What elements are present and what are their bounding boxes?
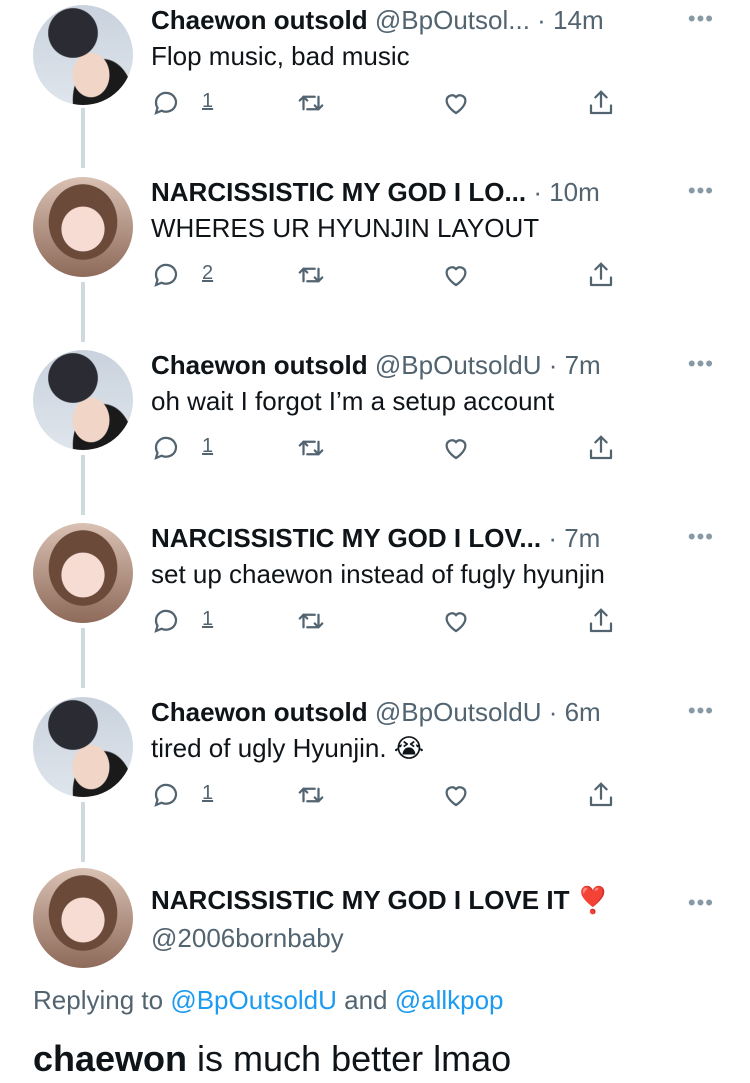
avatar[interactable] [33,177,133,277]
reply-button[interactable]: 1 [151,433,213,469]
display-name[interactable]: NARCISSISTIC MY GOD I LOVE IT ❣️ [151,880,609,920]
main-tweet-text-bold: chaewon [33,1038,188,1079]
tweet-actions: 1 [151,433,631,469]
tweet-header: Chaewon outsold @BpOutsoldU · 6m [151,692,690,732]
more-icon[interactable]: ••• [688,8,714,30]
more-icon[interactable]: ••• [688,353,714,375]
share-button[interactable] [586,260,616,296]
tweet-actions: 2 [151,260,631,296]
display-name[interactable]: NARCISSISTIC MY GOD I LO... [151,177,526,207]
share-button[interactable] [586,606,616,642]
like-icon [445,94,467,115]
reply-count: 2 [202,262,214,284]
share-button[interactable] [586,780,616,816]
tweet[interactable]: NARCISSISTIC MY GOD I LOV... · 7m ••• se… [0,518,750,688]
like-icon [445,612,467,633]
tweet[interactable]: Chaewon outsold @BpOutsol... · 14m ••• F… [0,0,750,170]
tweet-meta: @BpOutsol... · 14m [374,5,604,35]
retweet-button[interactable] [296,606,326,642]
tweet-text: Flop music, bad music [151,41,410,71]
share-button[interactable] [586,88,616,124]
retweet-icon [298,440,324,456]
tweet-meta: @BpOutsoldU · 7m [374,350,601,380]
tweet-meta: · 10m [533,177,600,207]
tweet-actions: 1 [151,606,631,642]
display-name[interactable]: Chaewon outsold [151,697,368,727]
tweet-actions: 1 [151,88,631,124]
retweet-icon [298,95,324,111]
tweet-actions: 1 [151,780,631,816]
like-icon [445,786,467,807]
more-icon[interactable]: ••• [688,180,714,202]
like-button[interactable] [441,780,471,816]
share-button[interactable] [586,433,616,469]
reply-icon [154,783,178,807]
tweet-header: NARCISSISTIC MY GOD I LO... · 10m [151,172,690,212]
tweet-header: Chaewon outsold @BpOutsoldU · 7m [151,345,690,385]
avatar[interactable] [33,523,133,623]
tweet-text: oh wait I forgot I’m a setup account [151,386,555,416]
like-icon [445,266,467,287]
tweet[interactable]: NARCISSISTIC MY GOD I LO... · 10m ••• WH… [0,172,750,342]
display-name[interactable]: Chaewon outsold [151,350,368,380]
user-handle[interactable]: @2006bornbaby [151,918,344,958]
more-icon[interactable]: ••• [688,892,714,914]
retweet-icon [298,267,324,283]
replying-and: and [336,985,395,1015]
tweet-text: set up chaewon instead of fugly hyunjin [151,559,605,589]
main-tweet-text-rest: is much better lmao [187,1038,512,1079]
avatar[interactable] [33,697,133,797]
share-icon [589,90,613,115]
reply-count: 1 [202,782,214,804]
tweet-header: Chaewon outsold @BpOutsol... · 14m [151,0,690,40]
more-icon[interactable]: ••• [688,700,714,722]
like-button[interactable] [441,606,471,642]
like-button[interactable] [441,260,471,296]
like-icon [445,439,467,460]
retweet-button[interactable] [296,260,326,296]
tweet[interactable]: Chaewon outsold @BpOutsoldU · 6m ••• tir… [0,692,750,862]
tweet-text: tired of ugly Hyunjin. 😭 [151,733,425,763]
retweet-icon [298,787,324,803]
retweet-icon [298,613,324,629]
mention-link[interactable]: @BpOutsoldU [170,985,337,1015]
avatar[interactable] [33,5,133,105]
reply-icon [154,436,178,460]
share-icon [589,608,613,633]
display-name[interactable]: Chaewon outsold [151,5,368,35]
retweet-button[interactable] [296,780,326,816]
share-icon [589,435,613,460]
main-tweet-text: chaewon is much better lmao [33,1035,511,1083]
tweet-text: WHERES UR HYUNJIN LAYOUT [151,213,540,243]
replying-to: Replying to @BpOutsoldU and @allkpop [33,980,504,1020]
mention-link[interactable]: @allkpop [395,985,504,1015]
like-button[interactable] [441,88,471,124]
reply-icon [154,263,178,287]
display-name[interactable]: NARCISSISTIC MY GOD I LOV... [151,523,541,553]
reply-icon [154,609,178,633]
retweet-button[interactable] [296,88,326,124]
reply-button[interactable]: 1 [151,88,213,124]
tweet-meta: @BpOutsoldU · 6m [374,697,601,727]
reply-count: 1 [202,90,214,112]
reply-button[interactable]: 1 [151,606,213,642]
retweet-button[interactable] [296,433,326,469]
tweet[interactable]: Chaewon outsold @BpOutsoldU · 7m ••• oh … [0,345,750,515]
share-icon [589,782,613,807]
reply-icon [154,91,178,115]
reply-button[interactable]: 1 [151,780,213,816]
avatar[interactable] [33,350,133,450]
reply-count: 1 [202,608,214,630]
avatar[interactable] [33,868,133,968]
tweet-header: NARCISSISTIC MY GOD I LOV... · 7m [151,518,690,558]
like-button[interactable] [441,433,471,469]
reply-count: 1 [202,435,214,457]
reply-button[interactable]: 2 [151,260,213,296]
tweet-meta: · 7m [548,523,601,553]
more-icon[interactable]: ••• [688,526,714,548]
replying-prefix: Replying to [33,985,171,1015]
share-icon [589,262,613,287]
